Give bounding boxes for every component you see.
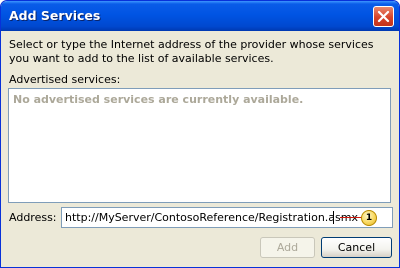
advertised-services-label: Advertised services: xyxy=(9,73,121,86)
add-services-dialog: Add Services Select or type the Internet… xyxy=(0,0,400,268)
instructions-text: Select or type the Internet address of t… xyxy=(9,38,374,65)
close-button[interactable] xyxy=(373,6,394,27)
add-button[interactable]: Add xyxy=(260,237,315,258)
callout-line xyxy=(340,217,362,218)
close-icon xyxy=(377,10,390,23)
cancel-button[interactable]: Cancel xyxy=(321,237,392,258)
title-bar: Add Services xyxy=(1,1,399,31)
callout-number-badge: 1 xyxy=(361,210,377,226)
dialog-title: Add Services xyxy=(9,8,101,23)
address-input[interactable]: http://MyServer/ContosoReference/Registr… xyxy=(61,207,393,228)
address-label: Address: xyxy=(9,211,57,224)
advertised-services-list[interactable]: No advertised services are currently ava… xyxy=(8,88,391,203)
address-value: http://MyServer/ContosoReference/Registr… xyxy=(65,211,358,224)
text-cursor xyxy=(333,211,334,224)
empty-list-message: No advertised services are currently ava… xyxy=(13,93,304,106)
